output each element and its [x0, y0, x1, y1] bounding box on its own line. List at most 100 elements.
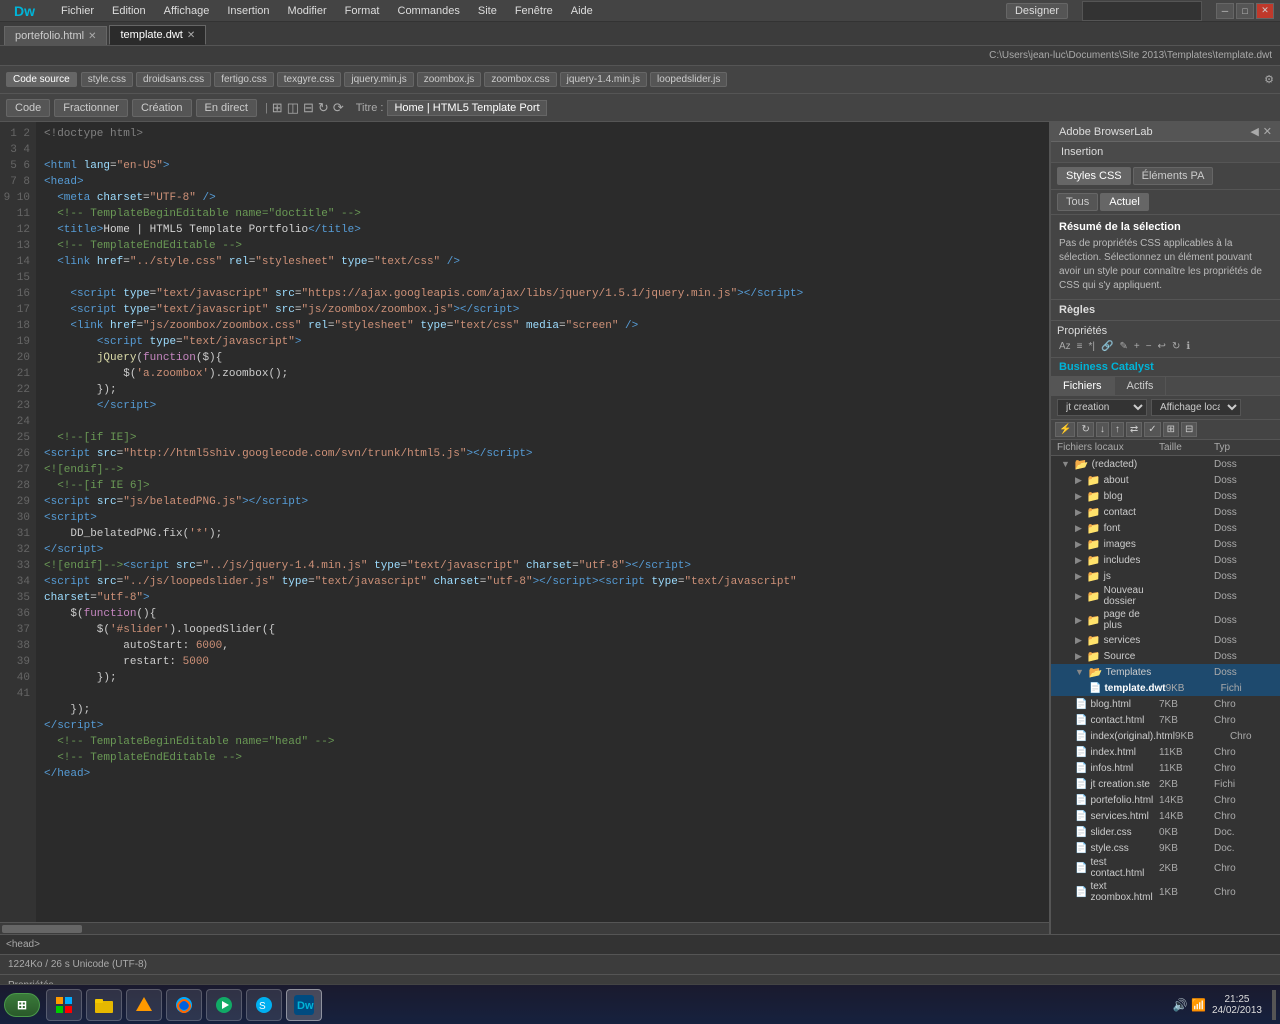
files-list[interactable]: ▼📂(redacted) Doss ▶📁about Doss ▶📁blog Do… [1051, 456, 1280, 934]
file-item[interactable]: ▶📁about Doss [1051, 472, 1280, 488]
restore-button[interactable]: □ [1236, 3, 1254, 19]
code-content[interactable]: 1 2 3 4 5 6 7 8 9 10 11 12 13 14 15 16 1… [0, 122, 1049, 922]
file-item[interactable]: ▶📁blog Doss [1051, 488, 1280, 504]
file-item[interactable]: ▶📁contact Doss [1051, 504, 1280, 520]
tab-close-portefolio[interactable]: ✕ [88, 31, 96, 42]
prop-cat-icon[interactable]: ≡ [1075, 340, 1085, 353]
files-check-btn[interactable]: ✓ [1144, 422, 1160, 437]
prop-az-icon[interactable]: Az [1057, 340, 1073, 353]
file-tab-jquery14[interactable]: jquery-1.4.min.js [560, 72, 647, 87]
prop-edit-icon[interactable]: ✎ [1117, 340, 1129, 353]
view-select[interactable]: Affichage local [1151, 399, 1241, 416]
menu-fichier[interactable]: Fichier [53, 3, 102, 19]
tab-portefolio[interactable]: portefolio.html ✕ [4, 26, 107, 45]
file-tab-droidsans[interactable]: droidsans.css [136, 72, 211, 87]
prop-del-icon[interactable]: − [1144, 340, 1154, 353]
collapse-icon[interactable]: ▶ [1075, 615, 1082, 626]
files-refresh-btn[interactable]: ↻ [1077, 422, 1093, 437]
taskbar-wmp[interactable] [206, 989, 242, 1021]
panel-expand-icon[interactable]: ✕ [1263, 125, 1272, 138]
site-select[interactable]: jt creation [1057, 399, 1147, 416]
file-tab-zoomboxcss[interactable]: zoombox.css [484, 72, 556, 87]
taskbar-skype[interactable]: S [246, 989, 282, 1021]
collapse-icon[interactable]: ▶ [1075, 591, 1082, 602]
view-icon-1[interactable]: ⊞ [272, 100, 283, 116]
styles-css-tab[interactable]: Styles CSS [1057, 167, 1131, 185]
file-item[interactable]: 📄contact.html 7KB Chro [1051, 712, 1280, 728]
collapse-icon[interactable]: ▶ [1075, 523, 1082, 534]
file-item[interactable]: 📄jt creation.ste 2KB Fichi [1051, 776, 1280, 792]
creation-button[interactable]: Création [132, 99, 192, 117]
title-input[interactable] [387, 100, 547, 116]
file-item[interactable]: 📄style.css 9KB Doc. [1051, 840, 1280, 856]
files-sync-btn[interactable]: ⇄ [1126, 422, 1142, 437]
elements-pa-tab[interactable]: Éléments PA [1133, 167, 1214, 185]
collapse-icon[interactable]: ▶ [1075, 571, 1082, 582]
menu-fenetre[interactable]: Fenêtre [507, 3, 561, 19]
file-item[interactable]: 📄text zoombox.html 1KB Chro [1051, 880, 1280, 904]
file-item[interactable]: ▶📁font Doss [1051, 520, 1280, 536]
files-connect-btn[interactable]: ⚡ [1055, 422, 1075, 437]
code-text[interactable]: <!doctype html> <html lang="en-US"> <hea… [36, 122, 1049, 922]
menu-insertion[interactable]: Insertion [219, 3, 277, 19]
file-tab-jquerymin[interactable]: jquery.min.js [344, 72, 413, 87]
file-item[interactable]: ▶📁services Doss [1051, 632, 1280, 648]
insertion-tab[interactable]: Insertion [1051, 142, 1280, 163]
settings-icon[interactable]: ⚙ [1264, 73, 1274, 86]
prop-undo-icon[interactable]: ↩ [1156, 340, 1168, 353]
start-button[interactable]: ⊞ [4, 993, 40, 1017]
taskbar-explorer[interactable] [46, 989, 82, 1021]
file-item[interactable]: 📄slider.css 0KB Doc. [1051, 824, 1280, 840]
file-item[interactable]: ▼📂Templates Doss [1051, 664, 1280, 680]
file-item[interactable]: 📄portefolio.html 14KB Chro [1051, 792, 1280, 808]
file-item[interactable]: ▼📂(redacted) Doss [1051, 456, 1280, 472]
files-download-btn[interactable]: ↓ [1096, 422, 1109, 437]
tab-template[interactable]: template.dwt ✕ [109, 25, 206, 45]
file-tab-fertigo[interactable]: fertigo.css [214, 72, 274, 87]
collapse-icon[interactable]: ▶ [1075, 539, 1082, 550]
file-item[interactable]: 📄index.html 11KB Chro [1051, 744, 1280, 760]
expand-icon[interactable]: ▼ [1061, 459, 1070, 469]
file-item[interactable]: ▶📁images Doss [1051, 536, 1280, 552]
file-tab-loopedslider[interactable]: loopedslider.js [650, 72, 727, 87]
file-item[interactable]: 📄test contact.html 2KB Chro [1051, 856, 1280, 880]
files-upload-btn[interactable]: ↑ [1111, 422, 1124, 437]
collapse-icon[interactable]: ▶ [1075, 555, 1082, 566]
designer-button[interactable]: Designer [1006, 3, 1068, 19]
view-icon-3[interactable]: ⊟ [303, 100, 314, 116]
menu-modifier[interactable]: Modifier [280, 3, 335, 19]
file-tab-zoombox[interactable]: zoombox.js [417, 72, 482, 87]
actuel-button[interactable]: Actuel [1100, 193, 1149, 211]
menu-aide[interactable]: Aide [563, 3, 601, 19]
taskbar-vlc[interactable] [126, 989, 162, 1021]
file-item[interactable]: ▶📁includes Doss [1051, 552, 1280, 568]
show-desktop-icon[interactable] [1272, 990, 1276, 1020]
search-input[interactable] [1082, 1, 1202, 21]
code-source-btn[interactable]: Code source [6, 72, 77, 87]
file-item[interactable]: ▶📁Nouveau dossier Doss [1051, 584, 1280, 608]
collapse-icon[interactable]: ▶ [1075, 507, 1082, 518]
menu-commandes[interactable]: Commandes [390, 3, 468, 19]
file-item[interactable]: ▶📁Source Doss [1051, 648, 1280, 664]
taskbar-dreamweaver[interactable]: Dw [286, 989, 322, 1021]
file-item[interactable]: 📄infos.html 11KB Chro [1051, 760, 1280, 776]
file-item[interactable]: 📄blog.html 7KB Chro [1051, 696, 1280, 712]
file-item[interactable]: 📄index(original).html 9KB Chro [1051, 728, 1280, 744]
view-icon-5[interactable]: ⟳ [333, 100, 344, 116]
panel-collapse-icon[interactable]: ◀ [1250, 125, 1258, 138]
file-tab-texgyre[interactable]: texgyre.css [277, 72, 342, 87]
actifs-tab[interactable]: Actifs [1115, 377, 1167, 395]
close-button[interactable]: ✕ [1256, 3, 1274, 19]
expand-icon[interactable]: ▼ [1075, 667, 1084, 677]
file-item[interactable]: ▶📁page de plus Doss [1051, 608, 1280, 632]
menu-affichage[interactable]: Affichage [156, 3, 218, 19]
prop-filter-icon[interactable]: *| [1087, 340, 1098, 353]
h-scroll-thumb[interactable] [2, 925, 82, 933]
prop-link-icon[interactable]: 🔗 [1099, 340, 1115, 353]
files-expand-btn[interactable]: ⊞ [1163, 422, 1179, 437]
file-item[interactable]: 📄services.html 14KB Chro [1051, 808, 1280, 824]
fraction-button[interactable]: Fractionner [54, 99, 128, 117]
collapse-icon[interactable]: ▶ [1075, 651, 1082, 662]
file-item[interactable]: ▶📁js Doss [1051, 568, 1280, 584]
collapse-icon[interactable]: ▶ [1075, 635, 1082, 646]
